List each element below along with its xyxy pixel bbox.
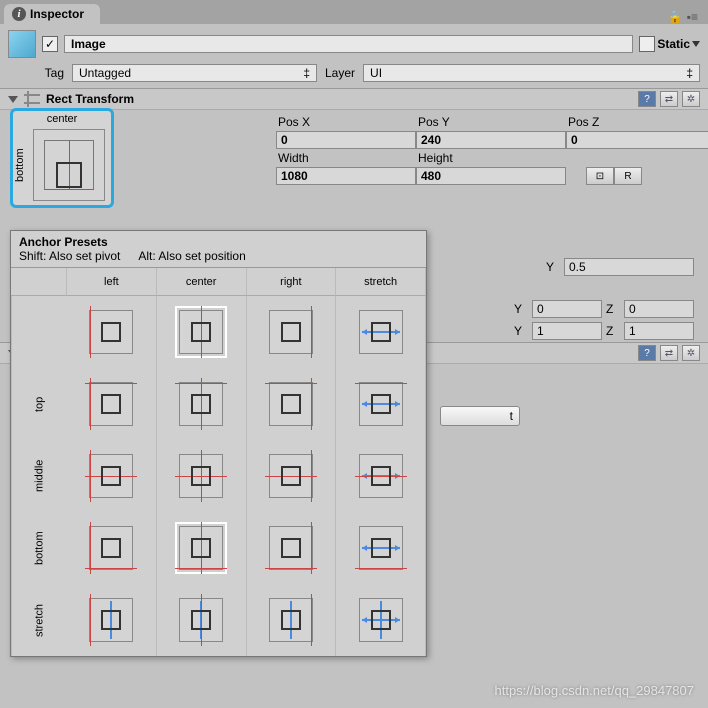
posx-label: Pos X bbox=[276, 114, 416, 130]
context-menu-icon[interactable]: ▪≡ bbox=[687, 10, 698, 24]
anchor-preset--stretch[interactable] bbox=[336, 296, 426, 368]
scale-z-input[interactable] bbox=[624, 322, 694, 340]
component-title: Rect Transform bbox=[46, 92, 134, 106]
anchor-preset-middle-stretch[interactable] bbox=[336, 440, 426, 512]
blueprint-mode-button[interactable]: ⊡ bbox=[586, 167, 614, 185]
anchor-preset-bottom-stretch[interactable] bbox=[336, 512, 426, 584]
scale-y-input[interactable] bbox=[532, 322, 602, 340]
row-hdr-middle: middle bbox=[11, 440, 67, 512]
anchor-preset-bottom-right[interactable] bbox=[247, 512, 337, 584]
info-icon: i bbox=[12, 7, 26, 21]
tag-dropdown[interactable]: Untagged‡ bbox=[72, 64, 317, 82]
static-dropdown-icon[interactable] bbox=[692, 41, 700, 47]
anchor-preset-bottom-center[interactable] bbox=[157, 512, 247, 584]
anchor-preset-top-left[interactable] bbox=[67, 368, 157, 440]
posy-input[interactable] bbox=[416, 131, 566, 149]
layer-label: Layer bbox=[325, 66, 355, 80]
row-hdr-top: top bbox=[11, 368, 67, 440]
rotation-y-input[interactable] bbox=[532, 300, 602, 318]
anchor-preset-stretch-center[interactable] bbox=[157, 584, 247, 656]
anchor-preset-middle-center[interactable] bbox=[157, 440, 247, 512]
height-input[interactable] bbox=[416, 167, 566, 185]
help-icon[interactable]: ? bbox=[638, 91, 656, 107]
rect-transform-icon bbox=[24, 91, 40, 107]
raw-edit-button[interactable]: R bbox=[614, 167, 642, 185]
row-hdr-stretch: stretch bbox=[11, 584, 67, 656]
gameobject-icon[interactable] bbox=[8, 30, 36, 58]
anchor-preset-stretch-right[interactable] bbox=[247, 584, 337, 656]
popup-title: Anchor Presets bbox=[19, 235, 418, 249]
popup-hint-shift: Shift: Also set pivot bbox=[19, 249, 120, 263]
col-hdr-center: center bbox=[157, 268, 247, 296]
rotation-z-input[interactable] bbox=[624, 300, 694, 318]
tab-title: Inspector bbox=[30, 7, 84, 21]
preset-icon[interactable]: ⇄ bbox=[660, 91, 678, 107]
gear-icon-2[interactable]: ✲ bbox=[682, 345, 700, 361]
posx-input[interactable] bbox=[276, 131, 416, 149]
layer-dropdown[interactable]: UI‡ bbox=[363, 64, 700, 82]
anchor-preset-middle-left[interactable] bbox=[67, 440, 157, 512]
expand-toggle[interactable] bbox=[8, 96, 18, 103]
width-input[interactable] bbox=[276, 167, 416, 185]
anchor-preset--left[interactable] bbox=[67, 296, 157, 368]
anchor-preset--right[interactable] bbox=[247, 296, 337, 368]
row-hdr-bottom: bottom bbox=[11, 512, 67, 584]
lock-icon[interactable]: 🔒 bbox=[668, 10, 683, 24]
anchor-preset-button[interactable]: center bottom bbox=[10, 108, 114, 208]
anchor-preset-bottom-left[interactable] bbox=[67, 512, 157, 584]
anchor-presets-popup: Anchor Presets Shift: Also set pivot Alt… bbox=[10, 230, 427, 657]
anchor-preset-stretch-stretch[interactable] bbox=[336, 584, 426, 656]
preset-icon-2[interactable]: ⇄ bbox=[660, 345, 678, 361]
col-hdr-left: left bbox=[67, 268, 157, 296]
anchor-preset-top-stretch[interactable] bbox=[336, 368, 426, 440]
gear-icon[interactable]: ✲ bbox=[682, 91, 700, 107]
inspector-tab[interactable]: i Inspector bbox=[4, 4, 100, 24]
anchor-preset-middle-right[interactable] bbox=[247, 440, 337, 512]
col-hdr-stretch: stretch bbox=[336, 268, 426, 296]
posz-input[interactable] bbox=[566, 131, 708, 149]
height-label: Height bbox=[416, 150, 566, 166]
anchor-preset-top-center[interactable] bbox=[157, 368, 247, 440]
active-checkbox[interactable]: ✓ bbox=[42, 36, 58, 52]
static-checkbox[interactable] bbox=[639, 36, 655, 52]
width-label: Width bbox=[276, 150, 416, 166]
tag-label: Tag bbox=[10, 66, 64, 80]
sprite-field[interactable]: t bbox=[440, 406, 520, 426]
help-icon-2[interactable]: ? bbox=[638, 345, 656, 361]
col-hdr-right: right bbox=[247, 268, 337, 296]
posz-label: Pos Z bbox=[566, 114, 708, 130]
watermark: https://blog.csdn.net/qq_29847807 bbox=[495, 683, 695, 698]
anchor-preset-top-right[interactable] bbox=[247, 368, 337, 440]
anchor-preset-stretch-left[interactable] bbox=[67, 584, 157, 656]
popup-hint-alt: Alt: Also set position bbox=[138, 249, 245, 263]
static-label: Static bbox=[657, 37, 690, 51]
pivot-y-input[interactable] bbox=[564, 258, 694, 276]
object-name-input[interactable] bbox=[64, 35, 633, 53]
anchor-preset--center[interactable] bbox=[157, 296, 247, 368]
posy-label: Pos Y bbox=[416, 114, 566, 130]
